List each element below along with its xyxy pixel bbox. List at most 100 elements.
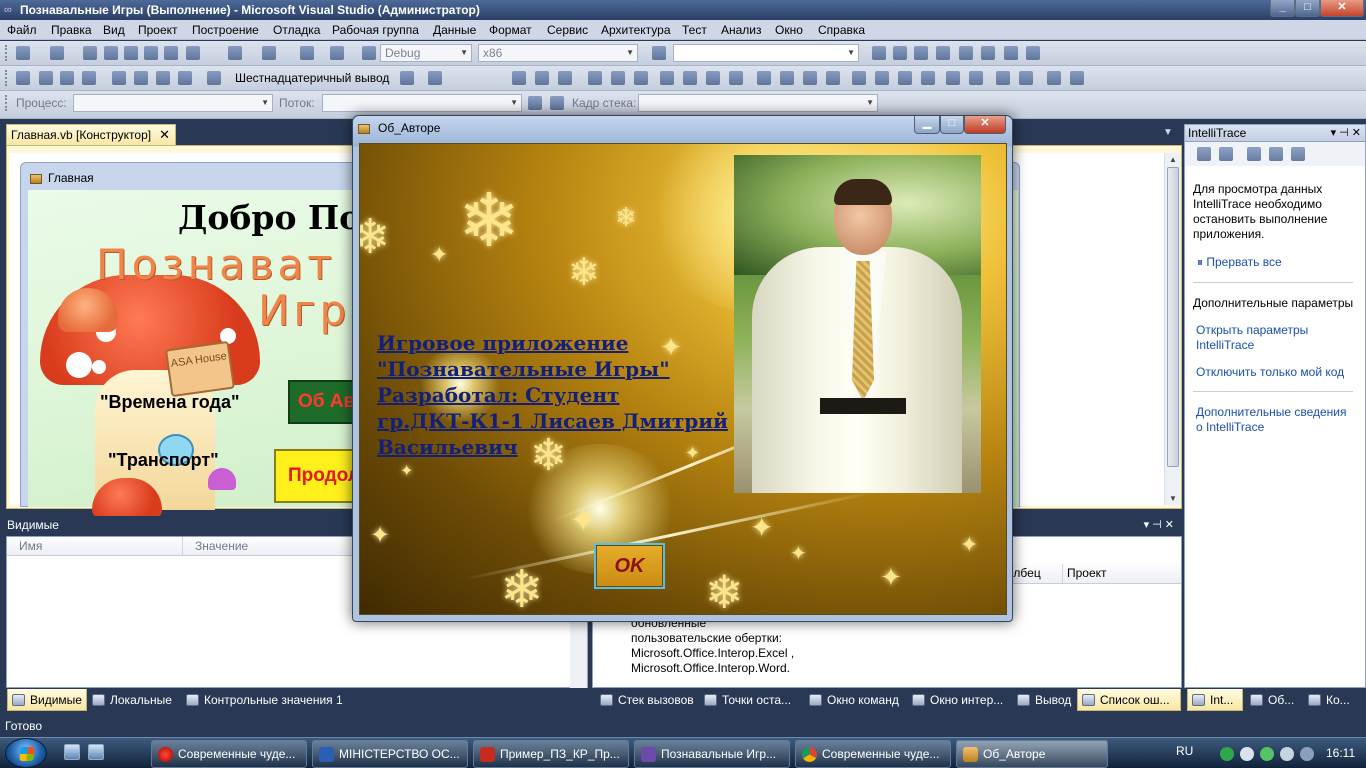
menu-tools[interactable]: Сервис <box>547 20 588 40</box>
process-select[interactable]: ▼ <box>73 94 273 112</box>
scroll-thumb[interactable] <box>1167 167 1179 467</box>
break-all-icon[interactable] <box>39 71 53 85</box>
toggle-flag-icon[interactable] <box>528 96 542 110</box>
align-rights-icon[interactable] <box>558 71 572 85</box>
undo-icon[interactable] <box>228 46 242 60</box>
remove-horizontal-spacing-icon[interactable] <box>826 71 840 85</box>
make-same-width-icon[interactable] <box>660 71 674 85</box>
panel-controls[interactable]: ▾ ⊣ ✕ <box>1331 125 1361 141</box>
volume-icon[interactable] <box>1280 747 1294 761</box>
paste-icon[interactable] <box>186 46 200 60</box>
extension-manager-icon[interactable] <box>959 46 973 60</box>
clock[interactable]: 16:11 <box>1326 746 1355 760</box>
center-horizontally-icon[interactable] <box>946 71 960 85</box>
panel-controls[interactable]: ▾ ⊣ ✕ <box>1144 516 1174 535</box>
remove-vertical-spacing-icon[interactable] <box>921 71 935 85</box>
horizontal-spacing-equal-icon[interactable] <box>757 71 771 85</box>
minimize-button[interactable]: _ <box>1270 0 1295 17</box>
decrease-horizontal-spacing-icon[interactable] <box>803 71 817 85</box>
notifications-icon[interactable] <box>1300 747 1314 761</box>
navigate-forward-icon[interactable] <box>330 46 344 60</box>
show-next-statement-icon[interactable] <box>112 71 126 85</box>
tab-immediate-window[interactable]: Окно интер... <box>908 689 1012 711</box>
object-browser-icon[interactable] <box>914 46 928 60</box>
dialog-minimize-button[interactable]: ▁ <box>914 116 940 134</box>
start-debugging-icon[interactable] <box>362 46 376 60</box>
menu-team[interactable]: Рабочая группа <box>332 20 419 40</box>
column-project[interactable]: Проект <box>1063 564 1163 583</box>
taskbar-item-pdf[interactable]: Пример_ПЗ_КР_Пр... <box>473 740 629 768</box>
align-middles-icon[interactable] <box>611 71 625 85</box>
taskbar-item-about-author[interactable]: Об_Авторе <box>956 740 1108 768</box>
settings-icon[interactable] <box>1269 147 1283 161</box>
menu-architecture[interactable]: Архитектура <box>601 20 671 40</box>
tab-intellitrace[interactable]: Int... <box>1187 689 1243 711</box>
solution-explorer-icon[interactable] <box>872 46 886 60</box>
bring-to-front-icon[interactable] <box>996 71 1010 85</box>
menu-analyze[interactable]: Анализ <box>721 20 762 40</box>
menu-data[interactable]: Данные <box>433 20 476 40</box>
flag-threads-icon[interactable] <box>550 96 564 110</box>
menu-build[interactable]: Построение <box>192 20 259 40</box>
events-view-icon[interactable] <box>1197 147 1211 161</box>
tab-error-list[interactable]: Список ош... <box>1077 689 1181 711</box>
make-same-size-icon[interactable] <box>729 71 743 85</box>
align-lefts-icon[interactable] <box>512 71 526 85</box>
column-name[interactable]: Имя <box>7 537 183 556</box>
open-intellitrace-settings-link[interactable]: Открыть параметры IntelliTrace <box>1196 323 1356 353</box>
toolbox-icon[interactable] <box>936 46 950 60</box>
menu-project[interactable]: Проект <box>138 20 178 40</box>
continue-button[interactable]: Продол <box>274 449 364 503</box>
scroll-up-icon[interactable]: ▲ <box>1169 155 1177 164</box>
step-out-icon[interactable] <box>178 71 192 85</box>
command-window-icon[interactable] <box>1026 46 1040 60</box>
tab-locals[interactable]: Локальные <box>88 689 184 711</box>
step-into-icon[interactable] <box>134 71 148 85</box>
increase-horizontal-spacing-icon[interactable] <box>780 71 794 85</box>
step-over-icon[interactable] <box>156 71 170 85</box>
more-info-intellitrace-link[interactable]: Дополнительные сведения о IntelliTrace <box>1196 405 1356 435</box>
tab-watch-1[interactable]: Контрольные значения 1 <box>182 689 352 711</box>
maximize-button[interactable]: □ <box>1295 0 1320 17</box>
break-all-link[interactable]: ⏸ Прервать все <box>1197 255 1282 270</box>
increase-vertical-spacing-icon[interactable] <box>875 71 889 85</box>
menu-edit[interactable]: Правка <box>51 20 92 40</box>
seasons-link[interactable]: "Времена года" <box>100 392 240 413</box>
navigate-back-icon[interactable] <box>300 46 314 60</box>
decrease-vertical-spacing-icon[interactable] <box>898 71 912 85</box>
properties-icon[interactable] <box>893 46 907 60</box>
ok-button[interactable]: OK <box>594 543 665 589</box>
search-icon[interactable] <box>1291 147 1305 161</box>
breakpoints-window-icon[interactable] <box>428 71 442 85</box>
disable-just-my-code-link[interactable]: Отключить только мой код <box>1196 365 1356 380</box>
taskbar-item-visual-studio[interactable]: Познавальные Игр... <box>634 740 790 768</box>
send-to-back-icon[interactable] <box>1019 71 1033 85</box>
show-desktop-icon[interactable] <box>64 744 80 760</box>
hex-icon[interactable] <box>400 71 414 85</box>
tab-breakpoints[interactable]: Точки оста... <box>700 689 802 711</box>
cut-icon[interactable] <box>144 46 158 60</box>
taskbar-item-chrome[interactable]: Современные чуде... <box>795 740 951 768</box>
chevron-down-icon[interactable]: ▼ <box>1163 127 1173 138</box>
open-icon[interactable] <box>83 46 97 60</box>
calls-view-icon[interactable] <box>1219 147 1233 161</box>
tab-call-stack[interactable]: Стек вызовов <box>596 689 698 711</box>
stack-frame-select[interactable]: ▼ <box>638 94 878 112</box>
tab-designer-main[interactable]: Главная.vb [Конструктор] ✕ <box>6 124 176 145</box>
quick-watch-icon[interactable] <box>207 71 221 85</box>
close-tab-icon[interactable]: ✕ <box>159 125 170 145</box>
center-vertically-icon[interactable] <box>969 71 983 85</box>
menu-debug[interactable]: Отладка <box>273 20 320 40</box>
scroll-down-icon[interactable]: ▼ <box>1169 494 1177 503</box>
redo-icon[interactable] <box>262 46 276 60</box>
designer-scrollbar[interactable]: ▲ ▼ <box>1164 153 1181 505</box>
vertical-spacing-equal-icon[interactable] <box>852 71 866 85</box>
find-in-files-icon[interactable] <box>652 46 666 60</box>
close-button[interactable]: ✕ <box>1320 0 1364 17</box>
lock-controls-icon[interactable] <box>1070 71 1084 85</box>
save-all-icon[interactable] <box>124 46 138 60</box>
align-centers-icon[interactable] <box>535 71 549 85</box>
stop-debugging-icon[interactable] <box>60 71 74 85</box>
new-project-icon[interactable] <box>16 46 30 60</box>
open-log-icon[interactable] <box>1247 147 1261 161</box>
